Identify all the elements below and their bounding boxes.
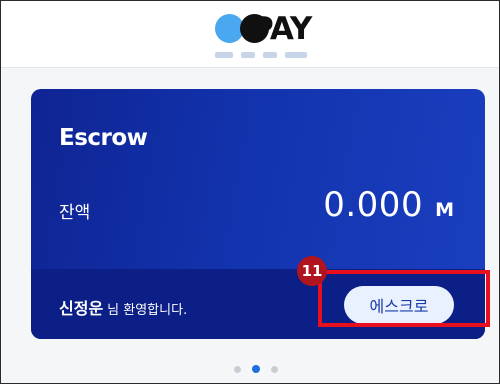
pager-dot[interactable] — [234, 366, 241, 373]
balance-label: 잔액 — [59, 203, 91, 223]
carousel-pager — [232, 365, 282, 375]
logo-text: PAY — [251, 11, 312, 47]
app-frame: PAY Escrow 잔액 0.000 M 신정운 님 환영합니다. 에스크로 11 — [0, 0, 500, 384]
balance-value: 0.000 — [323, 185, 424, 225]
logo-subline — [215, 52, 315, 58]
balance-unit: M — [435, 199, 454, 221]
greeting-text: 님 환영합니다. — [107, 303, 188, 318]
user-name: 신정운 — [59, 299, 104, 318]
card-title: Escrow — [59, 125, 148, 151]
pager-dot-active[interactable] — [252, 365, 260, 373]
highlight-box — [318, 270, 490, 327]
app-logo: PAY — [215, 9, 325, 63]
welcome-message: 신정운 님 환영합니다. — [59, 295, 187, 319]
pager-dot[interactable] — [271, 366, 278, 373]
balance-amount: 0.000 M — [323, 185, 454, 225]
step-badge: 11 — [297, 256, 327, 286]
app-header: PAY — [1, 1, 499, 68]
